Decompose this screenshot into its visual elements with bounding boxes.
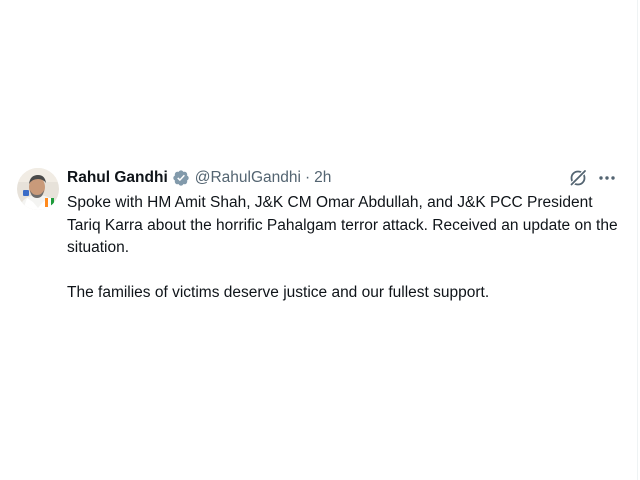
more-options-button[interactable] [595, 167, 619, 189]
tweet-text: Spoke with HM Amit Shah, J&K CM Omar Abd… [67, 192, 627, 305]
tweet-header: Rahul Gandhi @RahulGandhi · 2h [67, 168, 331, 188]
grok-icon [569, 169, 587, 187]
timeline-divider [637, 0, 638, 480]
tweet-timestamp[interactable]: 2h [314, 169, 331, 187]
avatar[interactable] [17, 168, 59, 210]
tweet[interactable]: Rahul Gandhi @RahulGandhi · 2h Spoke wit… [0, 158, 637, 308]
avatar-photo-icon [17, 168, 59, 210]
tweet-paragraph: Spoke with HM Amit Shah, J&K CM Omar Abd… [67, 194, 618, 256]
more-options-icon [599, 176, 615, 180]
tweet-paragraph: The families of victims deserve justice … [67, 284, 490, 301]
author-name[interactable]: Rahul Gandhi [67, 169, 168, 187]
header-separator: · [304, 169, 311, 186]
grok-button[interactable] [567, 167, 589, 189]
author-handle[interactable]: @RahulGandhi [195, 169, 301, 187]
verified-badge-icon [172, 169, 190, 187]
